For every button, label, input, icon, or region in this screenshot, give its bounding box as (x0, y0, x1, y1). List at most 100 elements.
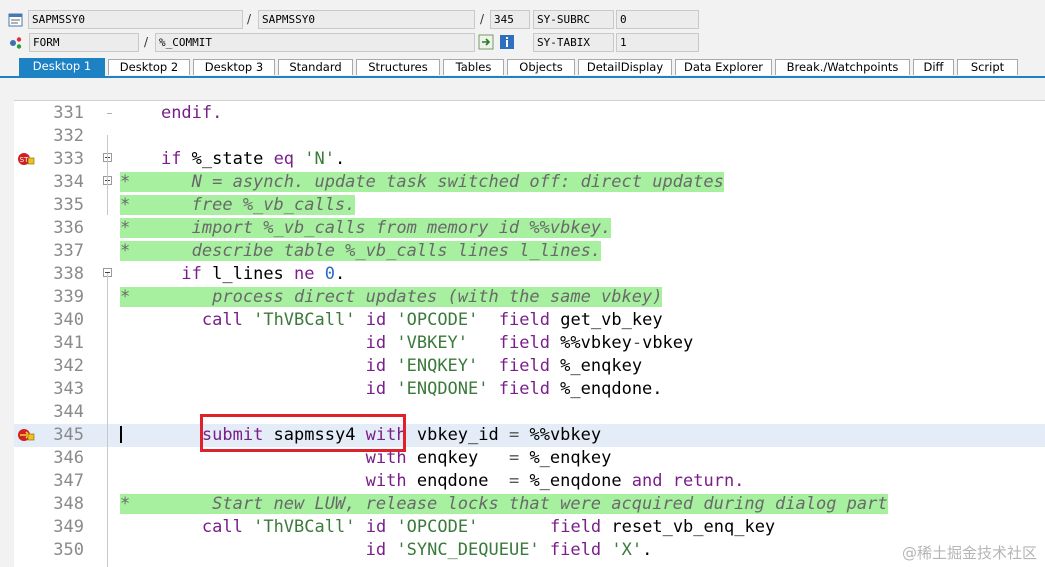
code-token: id (365, 517, 387, 537)
line-number: 340 (53, 310, 84, 330)
tab-standard[interactable]: Standard (278, 59, 353, 75)
code-line[interactable]: 341 id 'VBKEY' field %%vbkey-vbkey (14, 332, 1045, 355)
code-token: and (631, 471, 663, 491)
tab-breakpoints-watchpoints[interactable]: Break./Watchpoints (775, 59, 910, 75)
code-token: = (508, 471, 520, 491)
sy-subrc-label[interactable]: SY-SUBRC (533, 10, 614, 29)
code-token: call (201, 517, 243, 537)
navigate-to-source-icon[interactable] (478, 34, 494, 50)
code-text[interactable]: * describe table %_vb_calls lines l_line… (120, 240, 602, 263)
code-text[interactable]: call 'ThVBCall' id 'OPCODE' field get_vb… (120, 309, 663, 332)
info-icon[interactable] (499, 34, 515, 50)
code-line[interactable]: 349 call 'ThVBCall' id 'OPCODE' field re… (14, 516, 1045, 539)
line-number: 344 (53, 402, 84, 422)
tab-objects[interactable]: Objects (507, 59, 575, 75)
code-line[interactable]: 336 * import %_vb_calls from memory id %%… (14, 217, 1045, 240)
code-text[interactable]: id 'VBKEY' field %%vbkey-vbkey (120, 332, 694, 355)
event-type-field[interactable]: FORM (29, 33, 139, 52)
code-text[interactable]: call 'ThVBCall' id 'OPCODE' field reset_… (120, 516, 775, 539)
line-number: 334 (53, 172, 84, 192)
line-number-field[interactable]: 345 (490, 10, 530, 29)
code-text[interactable]: id 'SYNC_DEQUEUE' field 'X'. (120, 539, 653, 562)
code-line[interactable]: 348 * Start new LUW, release locks that w… (14, 493, 1045, 516)
code-text[interactable]: with enqdone = %_enqdone and return. (120, 470, 745, 493)
line-number: 347 (53, 471, 84, 491)
code-line[interactable]: 332 (14, 125, 1045, 148)
code-token: field (498, 356, 550, 376)
code-line[interactable]: 338 if l_lines ne 0. (14, 263, 1045, 286)
code-token: return. (672, 471, 745, 491)
code-line[interactable]: ST 333 if %_state eq 'N'. (14, 148, 1045, 171)
line-number: 332 (53, 126, 84, 146)
code-token: id (365, 356, 387, 376)
code-line[interactable]: 339 * process direct updates (with the sa… (14, 286, 1045, 309)
code-line[interactable]: 334 * N = asynch. update task switched of… (14, 171, 1045, 194)
code-text[interactable]: if %_state eq 'N'. (120, 148, 345, 171)
code-text[interactable]: id 'ENQKEY' field %_enqkey (120, 355, 642, 378)
tab-script[interactable]: Script (957, 59, 1018, 75)
source-code-editor[interactable]: 350 id 'SYNC_DEQUEUE' field 'X'. 349 call… (14, 100, 1045, 567)
current-statement-icon[interactable] (17, 428, 35, 442)
tab-tables[interactable]: Tables (443, 59, 504, 75)
code-text[interactable]: * N = asynch. update task switched off: … (120, 171, 724, 194)
code-token: reset_vb_enq_key (601, 517, 776, 537)
program-name-field[interactable]: SAPMSSY0 (28, 10, 243, 29)
tab-detail-display[interactable]: DetailDisplay (578, 59, 672, 75)
code-line[interactable]: 337 * describe table %_vb_calls lines l_l… (14, 240, 1045, 263)
code-line[interactable]: 346 with enqkey = %_enqkey (14, 447, 1045, 470)
code-text[interactable]: * import %_vb_calls from memory id %%vbk… (120, 217, 612, 240)
form-tree-icon (10, 37, 22, 49)
line-number: 348 (53, 494, 84, 514)
sy-tabix-value[interactable]: 1 (616, 33, 699, 52)
tab-diff[interactable]: Diff (913, 59, 954, 75)
code-line[interactable]: 345 submit sapmssy4 with vbkey_id = %%vb… (14, 424, 1045, 447)
code-text[interactable]: * free %_vb_calls. (120, 194, 356, 217)
breakpoint-icon[interactable]: ST (17, 152, 35, 166)
code-token: %_state (181, 149, 274, 169)
code-line[interactable]: 340 call 'ThVBCall' id 'OPCODE' field ge… (14, 309, 1045, 332)
tab-desktop-3[interactable]: Desktop 3 (193, 59, 275, 75)
tab-desktop-2[interactable]: Desktop 2 (108, 59, 190, 75)
code-token: id (365, 333, 387, 353)
code-line[interactable]: 335 * free %_vb_calls. (14, 194, 1045, 217)
code-line[interactable]: 347 with enqdone = %_enqdone and return. (14, 470, 1045, 493)
tab-structures[interactable]: Structures (356, 59, 440, 75)
code-line[interactable]: 342 id 'ENQKEY' field %_enqkey (14, 355, 1045, 378)
code-text[interactable]: id 'ENQDONE' field %_enqdone. (120, 378, 663, 401)
code-token: - (631, 333, 643, 353)
code-text[interactable]: * process direct updates (with the same … (120, 286, 663, 309)
code-text[interactable]: endif. (120, 102, 222, 125)
tab-data-explorer[interactable]: Data Explorer (675, 59, 772, 75)
code-text[interactable]: * Start new LUW, release locks that were… (120, 493, 888, 516)
code-token: if (181, 264, 202, 284)
code-line[interactable]: 350 id 'SYNC_DEQUEUE' field 'X'. (14, 539, 1045, 562)
line-number: 343 (53, 379, 84, 399)
watermark: @稀土掘金技术社区 (901, 544, 1037, 562)
code-token: 'N' (304, 149, 336, 169)
code-token: %_enqkey (549, 356, 643, 376)
sy-tabix-label[interactable]: SY-TABIX (533, 33, 614, 52)
code-line[interactable]: 343 id 'ENQDONE' field %_enqdone. (14, 378, 1045, 401)
code-token: * free %_vb_calls. (120, 195, 356, 215)
code-text[interactable]: if l_lines ne 0. (120, 263, 345, 286)
code-token: 'ThVBCall' (253, 310, 356, 330)
include-name-field[interactable]: SAPMSSY0 (258, 10, 475, 29)
code-line[interactable]: 344 (14, 401, 1045, 424)
line-number: 335 (53, 195, 84, 215)
code-line[interactable]: 331 endif. (14, 102, 1045, 125)
sy-subrc-value[interactable]: 0 (616, 10, 699, 29)
tab-desktop-1[interactable]: Desktop 1 (19, 58, 105, 76)
event-name-field[interactable]: %_COMMIT (155, 33, 475, 52)
code-token: vbkey (642, 333, 694, 353)
